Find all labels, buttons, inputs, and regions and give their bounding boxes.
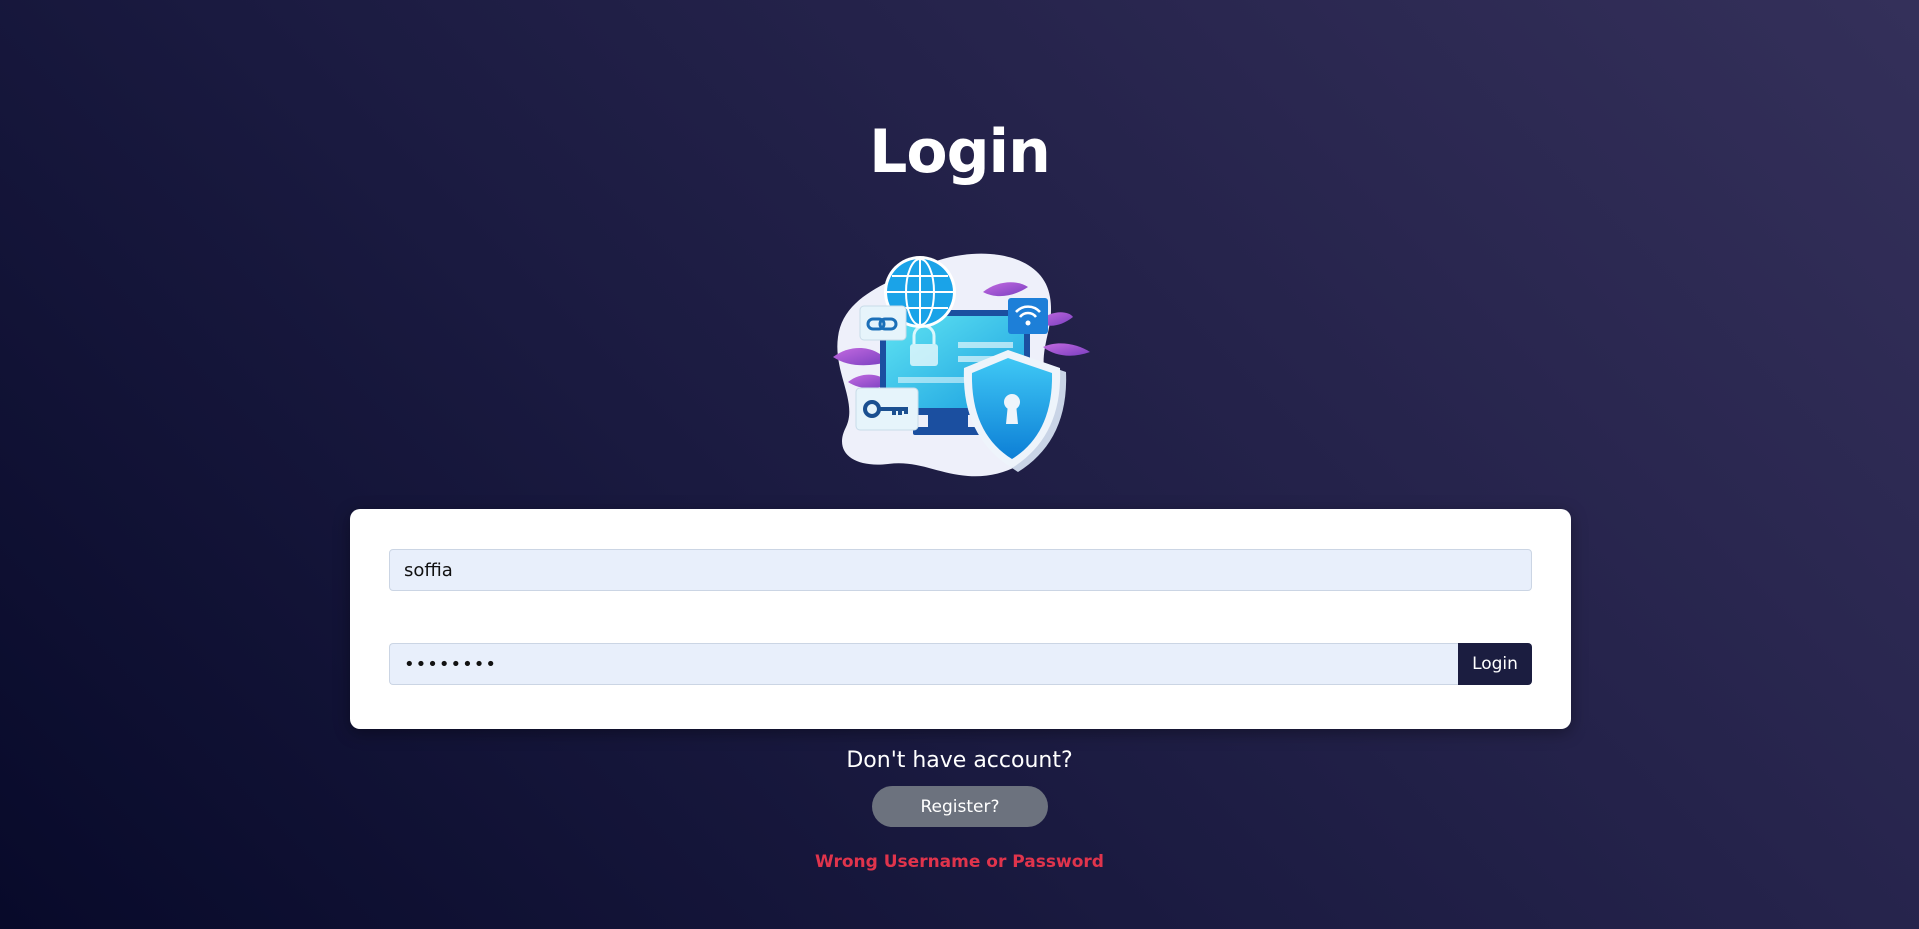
page-title: Login (869, 117, 1051, 187)
error-message: Wrong Username or Password (815, 852, 1104, 872)
login-button[interactable]: Login (1458, 643, 1532, 685)
wifi-icon (1008, 298, 1048, 334)
login-form-card: Login (350, 509, 1571, 729)
no-account-text: Don't have account? (846, 748, 1073, 773)
password-group: Login (389, 643, 1532, 685)
username-input[interactable] (389, 549, 1532, 591)
security-illustration (828, 252, 1092, 482)
password-input[interactable] (389, 643, 1458, 685)
link-icon (859, 305, 907, 341)
key-icon (855, 387, 919, 431)
register-button[interactable]: Register? (872, 786, 1048, 827)
